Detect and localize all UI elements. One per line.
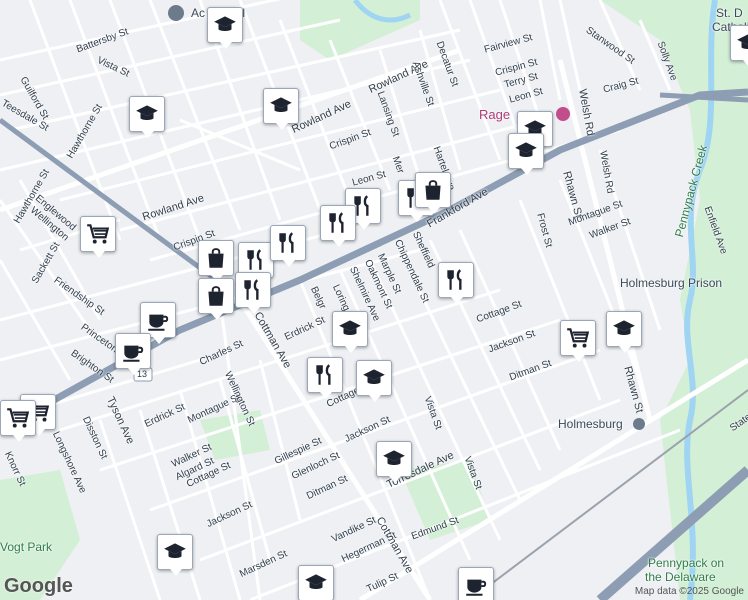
school-9-marker[interactable] xyxy=(606,311,642,353)
food-7-marker[interactable] xyxy=(270,225,306,267)
shopping-bag-icon xyxy=(203,245,229,271)
shopping-cart-icon xyxy=(565,325,591,351)
cafe-2-marker[interactable] xyxy=(115,333,151,375)
bag-1-marker[interactable] xyxy=(198,240,234,282)
shopping-cart-icon xyxy=(5,405,31,431)
school-2-marker[interactable] xyxy=(263,88,299,130)
school-icon xyxy=(361,365,387,391)
vogt-park-label[interactable]: Vogt Park xyxy=(0,540,52,554)
bag-3-marker[interactable] xyxy=(415,172,451,214)
food-8-marker[interactable] xyxy=(235,272,271,314)
school-7-marker[interactable] xyxy=(356,360,392,402)
school-icon xyxy=(162,539,188,565)
school-5-marker[interactable] xyxy=(508,133,544,175)
rhawn-st-line xyxy=(557,59,653,421)
school-icon xyxy=(268,93,294,119)
food-5-marker[interactable] xyxy=(307,357,343,399)
school-icon xyxy=(303,570,329,596)
map-canvas[interactable]: Battersby St Vista St Guilford St Teesda… xyxy=(0,0,748,600)
food-6-marker[interactable] xyxy=(320,205,356,247)
school-11-marker[interactable] xyxy=(298,565,334,600)
food-3-marker[interactable] xyxy=(438,262,474,304)
shop-3-marker[interactable] xyxy=(560,320,596,362)
cafe-3-marker[interactable] xyxy=(458,567,494,600)
bag-2-marker[interactable] xyxy=(198,278,234,320)
school-icon xyxy=(381,446,407,472)
school-icon xyxy=(212,12,238,38)
restaurant-icon xyxy=(275,230,301,256)
school-10-marker[interactable] xyxy=(157,534,193,576)
school-12-marker[interactable] xyxy=(730,25,748,67)
shop-1-marker[interactable] xyxy=(80,216,116,258)
cafe-icon xyxy=(145,307,171,333)
school-6-marker[interactable] xyxy=(332,311,368,353)
holmesburg-prison-label[interactable]: Holmesburg Prison xyxy=(620,276,722,290)
restaurant-icon xyxy=(243,247,269,273)
school-icon xyxy=(134,101,160,127)
restaurant-icon xyxy=(325,210,351,236)
holmesburg-label[interactable]: Holmesburg xyxy=(558,417,623,431)
school-8-marker[interactable] xyxy=(376,441,412,483)
rage-label[interactable]: Rage xyxy=(479,107,510,122)
pennypack-delaware-label-2[interactable]: the Delaware xyxy=(645,570,716,584)
cafe-icon xyxy=(463,572,489,598)
google-logo[interactable]: Google xyxy=(4,575,73,598)
school-icon xyxy=(611,316,637,342)
school-1-marker[interactable] xyxy=(207,7,243,49)
restaurant-icon xyxy=(240,277,266,303)
school-icon xyxy=(513,138,539,164)
restaurant-icon xyxy=(443,267,469,293)
cafe-icon xyxy=(120,338,146,364)
shopping-bag-icon xyxy=(420,177,446,203)
school-3-marker[interactable] xyxy=(129,96,165,138)
st-d-label[interactable]: St. D xyxy=(716,6,743,20)
shopping-cart-icon xyxy=(85,221,111,247)
school-icon xyxy=(735,30,748,56)
school-icon xyxy=(337,316,363,342)
map-attribution[interactable]: Map data ©2025 Google xyxy=(635,586,744,597)
restaurant-icon xyxy=(312,362,338,388)
pennypack-delaware-label-1[interactable]: Pennypack on xyxy=(648,556,724,570)
shopping-bag-icon xyxy=(203,283,229,309)
shop-4-marker[interactable] xyxy=(0,400,36,442)
